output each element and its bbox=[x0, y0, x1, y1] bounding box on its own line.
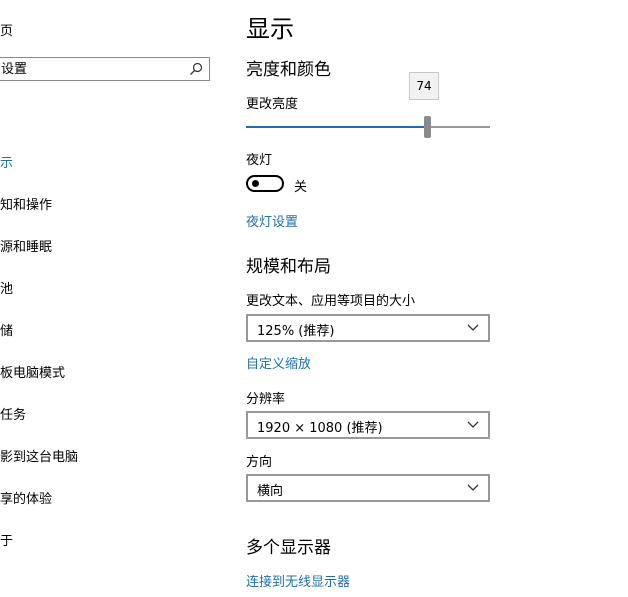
sidebar-item-tablet-mode[interactable]: 板电脑模式 bbox=[0, 362, 65, 381]
resolution-dropdown[interactable]: 1920 × 1080 (推荐) bbox=[246, 411, 490, 439]
orientation-dropdown[interactable]: 横向 bbox=[246, 474, 490, 502]
nav-home[interactable]: 页 bbox=[0, 20, 13, 39]
night-light-label: 夜灯 bbox=[246, 153, 273, 168]
resolution-selected-value: 1920 × 1080 (推荐) bbox=[257, 421, 383, 436]
search-input[interactable] bbox=[1, 60, 181, 78]
sidebar-item-about[interactable]: 于 bbox=[0, 530, 13, 549]
chevron-down-icon bbox=[467, 324, 479, 331]
brightness-slider[interactable] bbox=[246, 116, 490, 138]
slider-fill bbox=[246, 126, 427, 128]
sidebar-item-shared-experiences[interactable]: 享的体验 bbox=[0, 488, 52, 507]
slider-thumb[interactable] bbox=[424, 116, 431, 138]
night-light-toggle[interactable] bbox=[246, 175, 284, 192]
sidebar-item-notifications[interactable]: 知和操作 bbox=[0, 194, 52, 213]
scale-selected-value: 125% (推荐) bbox=[257, 324, 335, 339]
custom-scaling-link[interactable]: 自定义缩放 bbox=[246, 353, 311, 372]
toggle-knob bbox=[252, 180, 259, 187]
orientation-selected-value: 横向 bbox=[257, 484, 284, 499]
resolution-label: 分辨率 bbox=[246, 392, 286, 407]
sidebar-item-display[interactable]: 示 bbox=[0, 152, 13, 171]
sidebar-item-storage[interactable]: 储 bbox=[0, 320, 13, 339]
search-box[interactable] bbox=[0, 57, 210, 81]
night-light-state: 关 bbox=[294, 180, 308, 195]
multiple-displays-heading: 多个显示器 bbox=[246, 538, 331, 558]
brightness-value-tooltip: 74 bbox=[409, 72, 439, 100]
night-light-settings-link[interactable]: 夜灯设置 bbox=[246, 211, 298, 230]
sidebar-item-projecting[interactable]: 影到这台电脑 bbox=[0, 446, 78, 465]
orientation-label: 方向 bbox=[246, 455, 273, 470]
scale-layout-heading: 规模和布局 bbox=[246, 257, 331, 277]
sidebar-item-multitasking[interactable]: 任务 bbox=[0, 404, 26, 423]
scale-dropdown[interactable]: 125% (推荐) bbox=[246, 314, 490, 342]
sidebar-item-power[interactable]: 源和睡眠 bbox=[0, 236, 52, 255]
search-icon[interactable] bbox=[189, 62, 203, 76]
page-title: 显示 bbox=[246, 15, 294, 43]
chevron-down-icon bbox=[467, 484, 479, 491]
brightness-heading: 亮度和颜色 bbox=[246, 60, 331, 80]
sidebar-item-battery[interactable]: 池 bbox=[0, 278, 13, 297]
brightness-label: 更改亮度 bbox=[246, 97, 299, 112]
chevron-down-icon bbox=[467, 421, 479, 428]
connect-wireless-display-link[interactable]: 连接到无线显示器 bbox=[246, 571, 350, 590]
scale-label: 更改文本、应用等项目的大小 bbox=[246, 294, 416, 309]
